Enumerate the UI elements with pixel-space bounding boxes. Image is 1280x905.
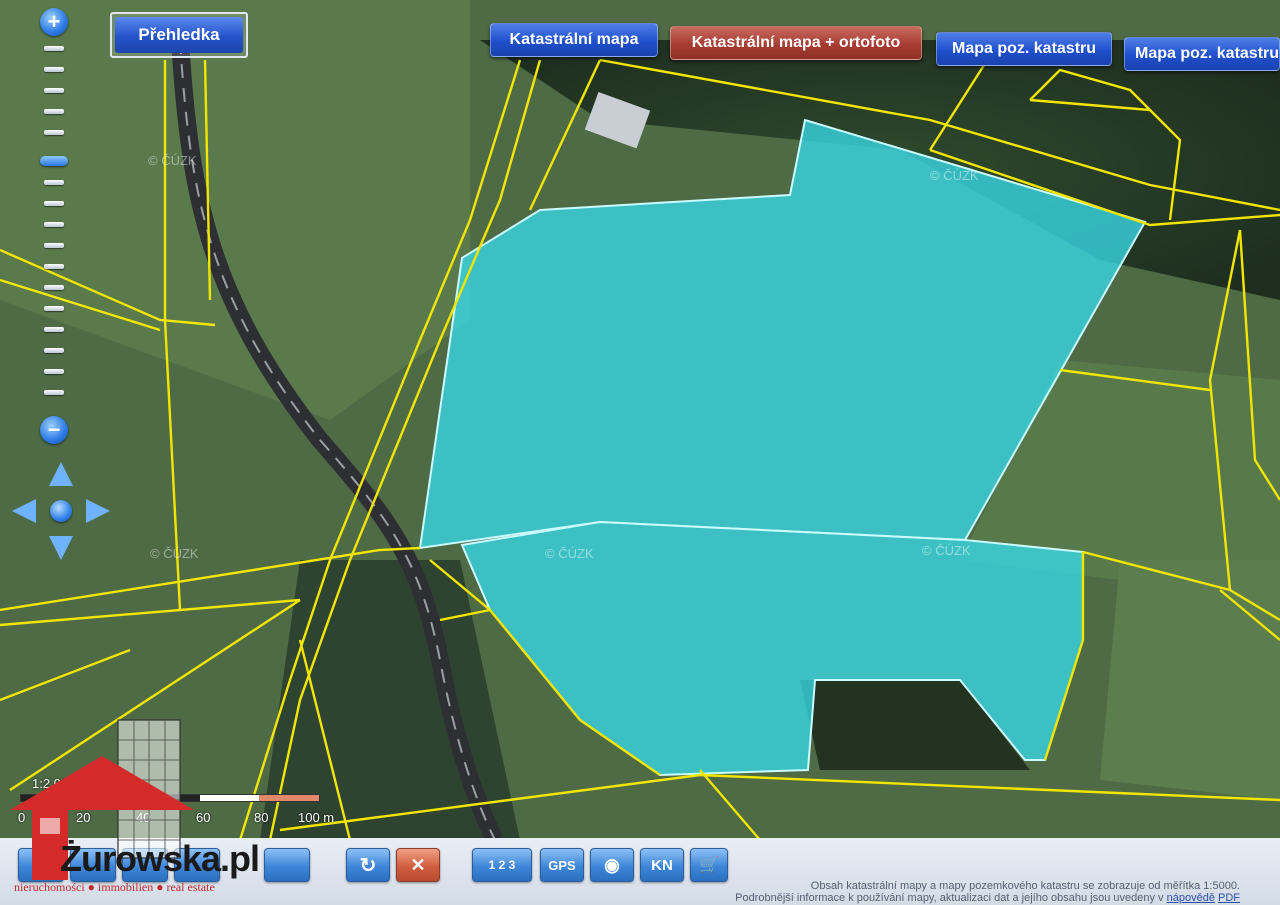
map-watermark: © ČÚZK: [930, 168, 979, 183]
cart-button[interactable]: 🛒: [690, 848, 728, 882]
pdf-link[interactable]: PDF: [1218, 892, 1240, 904]
cancel-button[interactable]: ✕: [396, 848, 440, 882]
view-button[interactable]: ◉: [590, 848, 634, 882]
close-icon: ✕: [410, 854, 426, 875]
layer-button-cadastral-map[interactable]: Katastrální mapa: [490, 23, 658, 57]
map-watermark: © ČÚZK: [922, 543, 971, 558]
logo-text: Żurowska.pl: [60, 838, 260, 879]
layer-button-land-cadastre[interactable]: Mapa poz. katastru: [936, 32, 1112, 66]
map-watermark: © ČÚZK: [148, 153, 197, 168]
eye-icon: ◉: [604, 854, 620, 875]
logo-tagline: nieruchomości ● immobilien ● real estate: [14, 880, 215, 894]
overview-button[interactable]: Přehledka: [110, 12, 248, 58]
map-watermark: © ČÚZK: [545, 546, 594, 561]
refresh-icon: ↻: [359, 854, 377, 877]
cart-icon: 🛒: [699, 857, 719, 874]
ruler-icon: 1 2 3: [488, 858, 516, 872]
kn-icon: KN: [651, 856, 673, 874]
footer-line-2: Podrobnější informace k používání mapy, …: [640, 892, 1240, 904]
layer-button-land-cadastre-2[interactable]: Mapa poz. katastru: [1124, 37, 1280, 71]
measure-button[interactable]: 1 2 3: [472, 848, 532, 882]
zoom-slider[interactable]: [40, 40, 68, 410]
pan-center-icon[interactable]: [50, 500, 72, 522]
footer-info: Obsah katastrální mapy a mapy pozemkovéh…: [640, 880, 1240, 904]
zoom-in-button[interactable]: +: [40, 8, 68, 36]
pan-control: [12, 462, 110, 560]
layer-button-cadastral-ortophoto[interactable]: Katastrální mapa + ortofoto: [670, 26, 922, 60]
field-area-2: [1100, 560, 1280, 800]
gps-button[interactable]: GPS: [540, 848, 584, 882]
gps-icon: GPS: [548, 857, 576, 873]
zoom-slider-handle[interactable]: [40, 156, 68, 166]
footer-line-2-text: Podrobnější informace k používání mapy, …: [735, 892, 1164, 904]
pan-right-icon[interactable]: [86, 499, 110, 523]
pan-up-icon[interactable]: [49, 462, 73, 486]
pan-left-icon[interactable]: [12, 499, 36, 523]
kn-button[interactable]: KN: [640, 848, 684, 882]
zoom-out-button[interactable]: −: [40, 416, 68, 444]
overview-button-label: Přehledka: [115, 17, 243, 53]
footer-line-1: Obsah katastrální mapy a mapy pozemkovéh…: [810, 880, 1240, 892]
refresh-button[interactable]: ↻: [346, 848, 390, 882]
help-link[interactable]: nápovědě: [1167, 892, 1215, 904]
pan-down-icon[interactable]: [49, 536, 73, 560]
map-watermark: © ČÚZK: [150, 546, 199, 561]
